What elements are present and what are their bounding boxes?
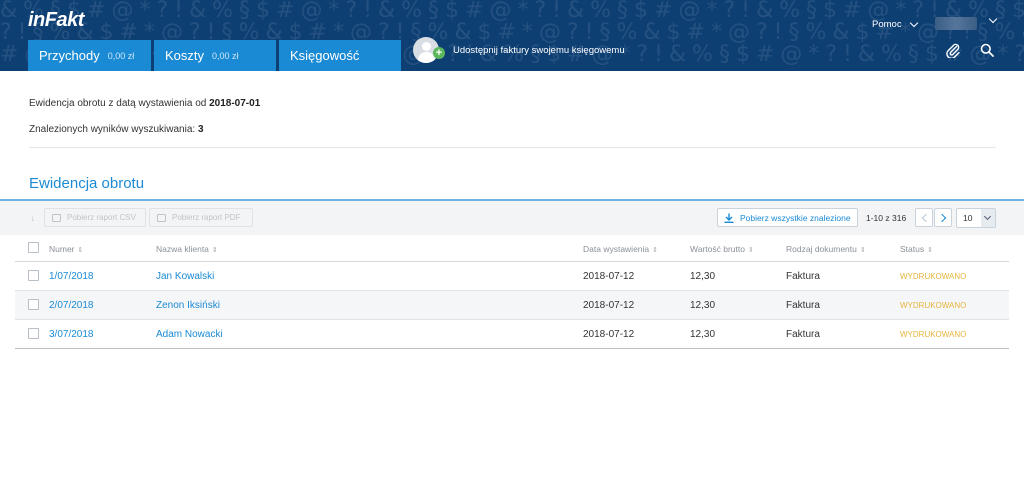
download-icon xyxy=(724,213,734,223)
row-checkbox[interactable] xyxy=(28,299,39,310)
calendar-icon xyxy=(157,213,166,222)
chevron-right-icon xyxy=(937,213,946,222)
row-checkbox[interactable] xyxy=(28,270,39,281)
download-all-button[interactable]: Pobierz wszystkie znalezione xyxy=(717,208,858,227)
tab-label: Przychody xyxy=(39,48,100,63)
filter-date: 2018-07-01 xyxy=(209,98,261,109)
column-label: Data wystawienia xyxy=(583,244,650,254)
invoice-number-link[interactable]: 3/07/2018 xyxy=(49,329,94,340)
pagination-info: 1-10 z 316 xyxy=(866,213,907,223)
per-page-select[interactable]: 10 xyxy=(956,208,996,228)
results-summary: Znalezionych wyników wyszukiwania: 3 xyxy=(29,124,204,135)
per-page-value: 10 xyxy=(963,213,973,223)
tab-ksiegowosc[interactable]: Księgowość xyxy=(279,40,401,71)
chevron-down-icon xyxy=(981,209,995,227)
document-type: Faktura xyxy=(786,271,820,282)
sort-icon: ⇕ xyxy=(927,247,933,254)
issue-date: 2018-07-12 xyxy=(583,329,635,340)
column-label: Rodzaj dokumentu xyxy=(786,244,857,254)
tab-koszty[interactable]: Koszty 0,00 zł xyxy=(154,40,276,71)
tab-label: Księgowość xyxy=(290,48,360,63)
column-header-client[interactable]: Nazwa klienta ⇕ xyxy=(156,244,218,254)
document-type: Faktura xyxy=(786,329,820,340)
download-pdf-button[interactable]: Pobierz raport PDF xyxy=(149,208,253,227)
column-header-status[interactable]: Status ⇕ xyxy=(900,244,933,254)
help-label: Pomoc xyxy=(872,19,902,30)
previous-page-button[interactable] xyxy=(915,208,933,227)
top-navigation-bar: &%§$#@*?!&%§$#@*?!&%§$#@*?!&%§$#@*?!&%§$… xyxy=(0,0,1024,71)
paperclip-icon[interactable] xyxy=(945,42,961,58)
sort-icon: ⇕ xyxy=(211,247,218,254)
column-header-number[interactable]: Numer ⇕ xyxy=(49,244,83,254)
client-name-link[interactable]: Jan Kowalski xyxy=(156,271,214,282)
gross-value: 12,30 xyxy=(690,300,716,311)
tab-przychody[interactable]: Przychody 0,00 zł xyxy=(28,40,151,71)
client-name-link[interactable]: Zenon Iksiński xyxy=(156,300,220,311)
gross-value: 12,30 xyxy=(690,271,716,282)
document-type: Faktura xyxy=(786,300,820,311)
tab-amount: 0,00 zł xyxy=(107,50,135,61)
table-bottom-border xyxy=(15,348,1009,349)
sort-icon: ⇕ xyxy=(747,247,754,254)
help-menu[interactable]: Pomoc xyxy=(872,18,918,30)
calendar-icon xyxy=(52,213,61,222)
row-checkbox[interactable] xyxy=(28,328,39,339)
invoice-number-link[interactable]: 2/07/2018 xyxy=(49,300,94,311)
invoice-number-link[interactable]: 1/07/2018 xyxy=(49,271,94,282)
csv-label: Pobierz raport CSV xyxy=(67,213,136,222)
table-row[interactable]: 3/07/2018 Adam Nowacki 2018-07-12 12,30 … xyxy=(15,320,1009,349)
tab-label: Koszty xyxy=(165,48,205,63)
add-icon: + xyxy=(433,47,445,59)
table-toolbar: ↓ Pobierz raport CSV Pobierz raport PDF … xyxy=(0,201,1024,235)
column-label: Status xyxy=(900,244,925,254)
table-row[interactable]: 2/07/2018 Zenon Iksiński 2018-07-12 12,3… xyxy=(15,291,1009,320)
sort-icon: ↓ xyxy=(30,213,35,224)
column-header-doc-type[interactable]: Rodzaj dokumentu ⇕ xyxy=(786,244,866,254)
column-header-gross[interactable]: Wartość brutto ⇕ xyxy=(690,244,754,254)
share-with-accountant-link[interactable]: + Udostępnij faktury swojemu księgowemu xyxy=(413,37,625,63)
table-header: Numer ⇕ Nazwa klienta ⇕ Data wystawienia ⇕ … xyxy=(15,235,1009,262)
status-badge: WYDRUKOWANO xyxy=(900,330,967,339)
issue-date: 2018-07-12 xyxy=(583,300,635,311)
next-page-button[interactable] xyxy=(934,208,952,227)
sort-icon: ⇕ xyxy=(652,247,659,254)
results-prefix: Znalezionych wyników wyszukiwania: xyxy=(29,124,198,135)
column-label: Nazwa klienta xyxy=(156,244,209,254)
tab-amount: 0,00 zł xyxy=(212,50,239,61)
section-title: Ewidencja obrotu xyxy=(29,175,145,192)
issue-date: 2018-07-12 xyxy=(583,271,635,282)
results-count: 3 xyxy=(197,124,204,135)
sort-icon: ⇕ xyxy=(859,247,866,254)
filter-prefix: Ewidencja obrotu z datą wystawienia od xyxy=(29,98,210,109)
download-all-label: Pobierz wszystkie znalezione xyxy=(740,212,851,223)
select-all-checkbox[interactable] xyxy=(28,242,39,253)
infakt-logo[interactable]: inFakt xyxy=(28,9,84,32)
filter-summary: Ewidencja obrotu z datą wystawienia od 2… xyxy=(29,98,260,109)
chevron-left-icon xyxy=(921,213,930,222)
column-label: Wartość brutto xyxy=(690,244,745,254)
search-icon[interactable] xyxy=(980,43,994,57)
status-badge: WYDRUKOWANO xyxy=(900,301,967,310)
table-row[interactable]: 1/07/2018 Jan Kowalski 2018-07-12 12,30 … xyxy=(15,262,1009,291)
sort-icon: ⇕ xyxy=(77,247,84,254)
share-text: Udostępnij faktury swojemu księgowemu xyxy=(453,44,625,56)
user-name-blurred[interactable] xyxy=(935,17,977,30)
pdf-label: Pobierz raport PDF xyxy=(172,213,241,222)
client-name-link[interactable]: Adam Nowacki xyxy=(156,329,223,340)
column-label: Numer xyxy=(49,244,75,254)
status-badge: WYDRUKOWANO xyxy=(900,272,967,281)
chevron-down-icon xyxy=(909,18,918,28)
divider xyxy=(29,147,996,148)
column-header-date[interactable]: Data wystawienia ⇕ xyxy=(583,244,658,254)
download-csv-button[interactable]: Pobierz raport CSV xyxy=(44,208,146,227)
gross-value: 12,30 xyxy=(690,329,716,340)
